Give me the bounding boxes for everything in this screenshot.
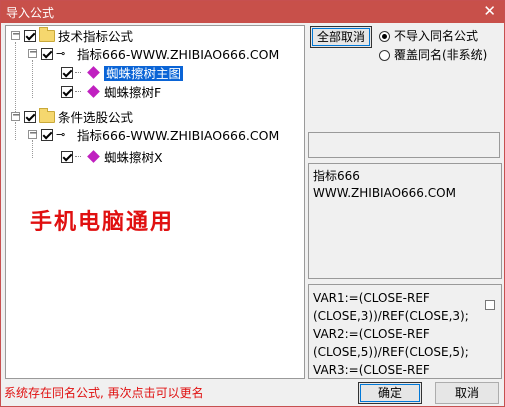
collapse-toggle-icon[interactable]: − [11,111,20,121]
item-checkbox[interactable] [61,66,73,79]
collapse-toggle-icon[interactable]: − [11,30,20,40]
radio-skip-duplicates[interactable]: 不导入同名公式 [379,27,478,44]
folder-icon [39,107,55,123]
cancel-button[interactable]: 取消 [435,382,499,404]
radio-label: 覆盖同名(非系统) [394,48,488,62]
item-label: 蜘蛛擦树F [104,85,162,100]
import-formula-dialog: 导入公式 ✕ − 技术指标公式 − ⊸ 指标666-WWW.ZHIBIAO666.… [0,0,505,407]
window-title: 导入公式 [6,6,55,20]
folder-icon [39,26,55,42]
deselect-all-button[interactable]: 全部取消 [310,26,372,48]
radio-selected-icon [379,31,390,42]
close-icon[interactable]: ✕ [483,1,496,21]
formula-code: VAR1:=(CLOSE-REF (CLOSE,3))/REF(CLOSE,3)… [313,291,469,377]
tree-item[interactable]: 蜘蛛擦树X [61,147,163,165]
tree-formula[interactable]: ⊸ 指标666-WWW.ZHIBIAO666.COM [41,125,279,143]
tree-item[interactable]: 蜘蛛擦树主图 [61,63,184,81]
group-label: 条件选股公式 [58,110,134,125]
tree-connector [75,156,81,157]
item-label-selected: 蜘蛛擦树主图 [104,66,184,81]
collapse-toggle-icon[interactable]: − [28,48,37,58]
key-icon: ⊸ [56,128,66,141]
formula-checkbox[interactable] [41,128,53,141]
diamond-icon [87,85,100,98]
radio-label: 不导入同名公式 [394,29,479,43]
title-bar: 导入公式 ✕ [1,1,504,23]
key-icon: ⊸ [56,47,66,60]
group-checkbox[interactable] [24,110,36,123]
formula-description: 指标666 WWW.ZHIBIAO666.COM [313,168,456,202]
tree-connector [75,72,81,73]
diamond-icon [87,66,100,79]
formula-label: 指标666-WWW.ZHIBIAO666.COM [77,128,280,143]
diamond-icon [87,150,100,163]
item-checkbox[interactable] [61,150,73,163]
item-checkbox[interactable] [61,85,73,98]
tree-connector [75,91,81,92]
formula-description-panel: 指标666 WWW.ZHIBIAO666.COM [308,163,502,279]
status-message: 系统存在同名公式, 再次点击可以更名 [4,386,204,400]
tree-group[interactable]: 条件选股公式 [24,107,133,125]
formula-label: 指标666-WWW.ZHIBIAO666.COM [77,47,280,62]
tree-connector [15,42,16,116]
radio-overwrite-duplicates[interactable]: 覆盖同名(非系统) [379,46,487,63]
ok-button[interactable]: 确定 [358,382,422,404]
promo-banner-text: 手机电脑通用 [30,210,175,235]
group-label: 技术指标公式 [58,29,134,44]
tree-item[interactable]: 蜘蛛擦树F [61,82,161,100]
description-line: WWW.ZHIBIAO666.COM [313,186,456,200]
description-line: 指标666 [313,169,360,183]
formula-checkbox[interactable] [41,47,53,60]
collapse-toggle-icon[interactable]: − [28,129,37,139]
group-checkbox[interactable] [24,29,36,42]
radio-unselected-icon [379,50,390,61]
item-label: 蜘蛛擦树X [104,150,163,165]
tree-connector [32,60,33,98]
tree-connector [32,140,33,158]
tree-group[interactable]: 技术指标公式 [24,26,133,44]
tree-connector [15,122,16,140]
empty-field [308,132,500,158]
formula-tree[interactable]: − 技术指标公式 − ⊸ 指标666-WWW.ZHIBIAO666.COM 蜘蛛擦… [5,25,305,379]
formula-code-panel: VAR1:=(CLOSE-REF (CLOSE,3))/REF(CLOSE,3)… [308,284,502,379]
small-checkbox[interactable] [485,300,495,310]
tree-formula[interactable]: ⊸ 指标666-WWW.ZHIBIAO666.COM [41,44,279,62]
